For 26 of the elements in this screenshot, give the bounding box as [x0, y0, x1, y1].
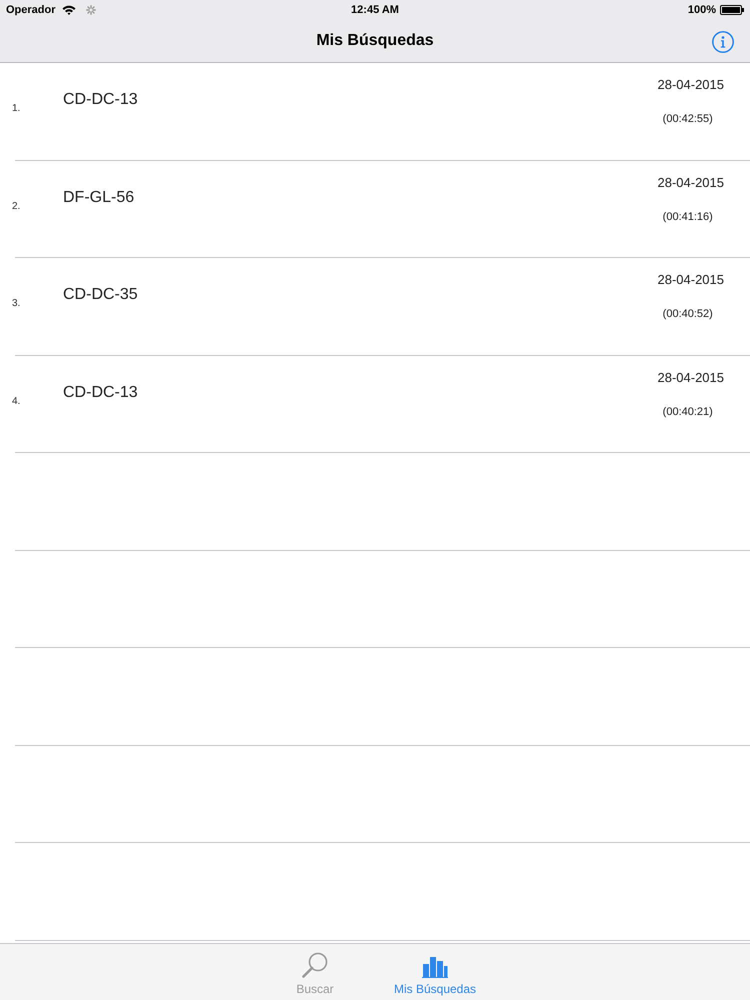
battery-percent: 100%	[688, 3, 716, 17]
row-number: 1.	[12, 103, 20, 114]
search-date: 28-04-2015	[658, 272, 724, 288]
search-time: (00:41:16)	[662, 210, 713, 224]
plate-number[interactable]: CD-DC-13	[63, 382, 138, 402]
plate-number[interactable]: DF-GL-56	[63, 188, 134, 208]
row-number: 3.	[12, 298, 20, 309]
search-time: (00:42:55)	[662, 112, 713, 126]
activity-spinner-icon	[86, 5, 96, 15]
wifi-icon	[62, 5, 76, 15]
search-time: (00:40:21)	[662, 404, 713, 418]
carrier-name: Operador	[6, 3, 56, 17]
battery-icon	[720, 5, 744, 15]
info-icon[interactable]	[712, 31, 734, 53]
row-number: 2.	[12, 200, 20, 212]
search-time: (00:40:52)	[662, 307, 713, 321]
status-time: 12:45 AM	[351, 3, 399, 17]
bar-chart-icon	[422, 956, 448, 978]
nav-title: Mis Búsquedas	[316, 31, 434, 51]
plate-number[interactable]: CD-DC-13	[63, 90, 138, 110]
search-date: 28-04-2015	[658, 370, 724, 386]
search-icon	[302, 952, 328, 978]
row-number: 4.	[12, 396, 20, 406]
plate-number[interactable]: CD-DC-35	[63, 285, 138, 305]
search-date: 28-04-2015	[658, 77, 724, 93]
search-date: 28-04-2015	[658, 174, 724, 190]
